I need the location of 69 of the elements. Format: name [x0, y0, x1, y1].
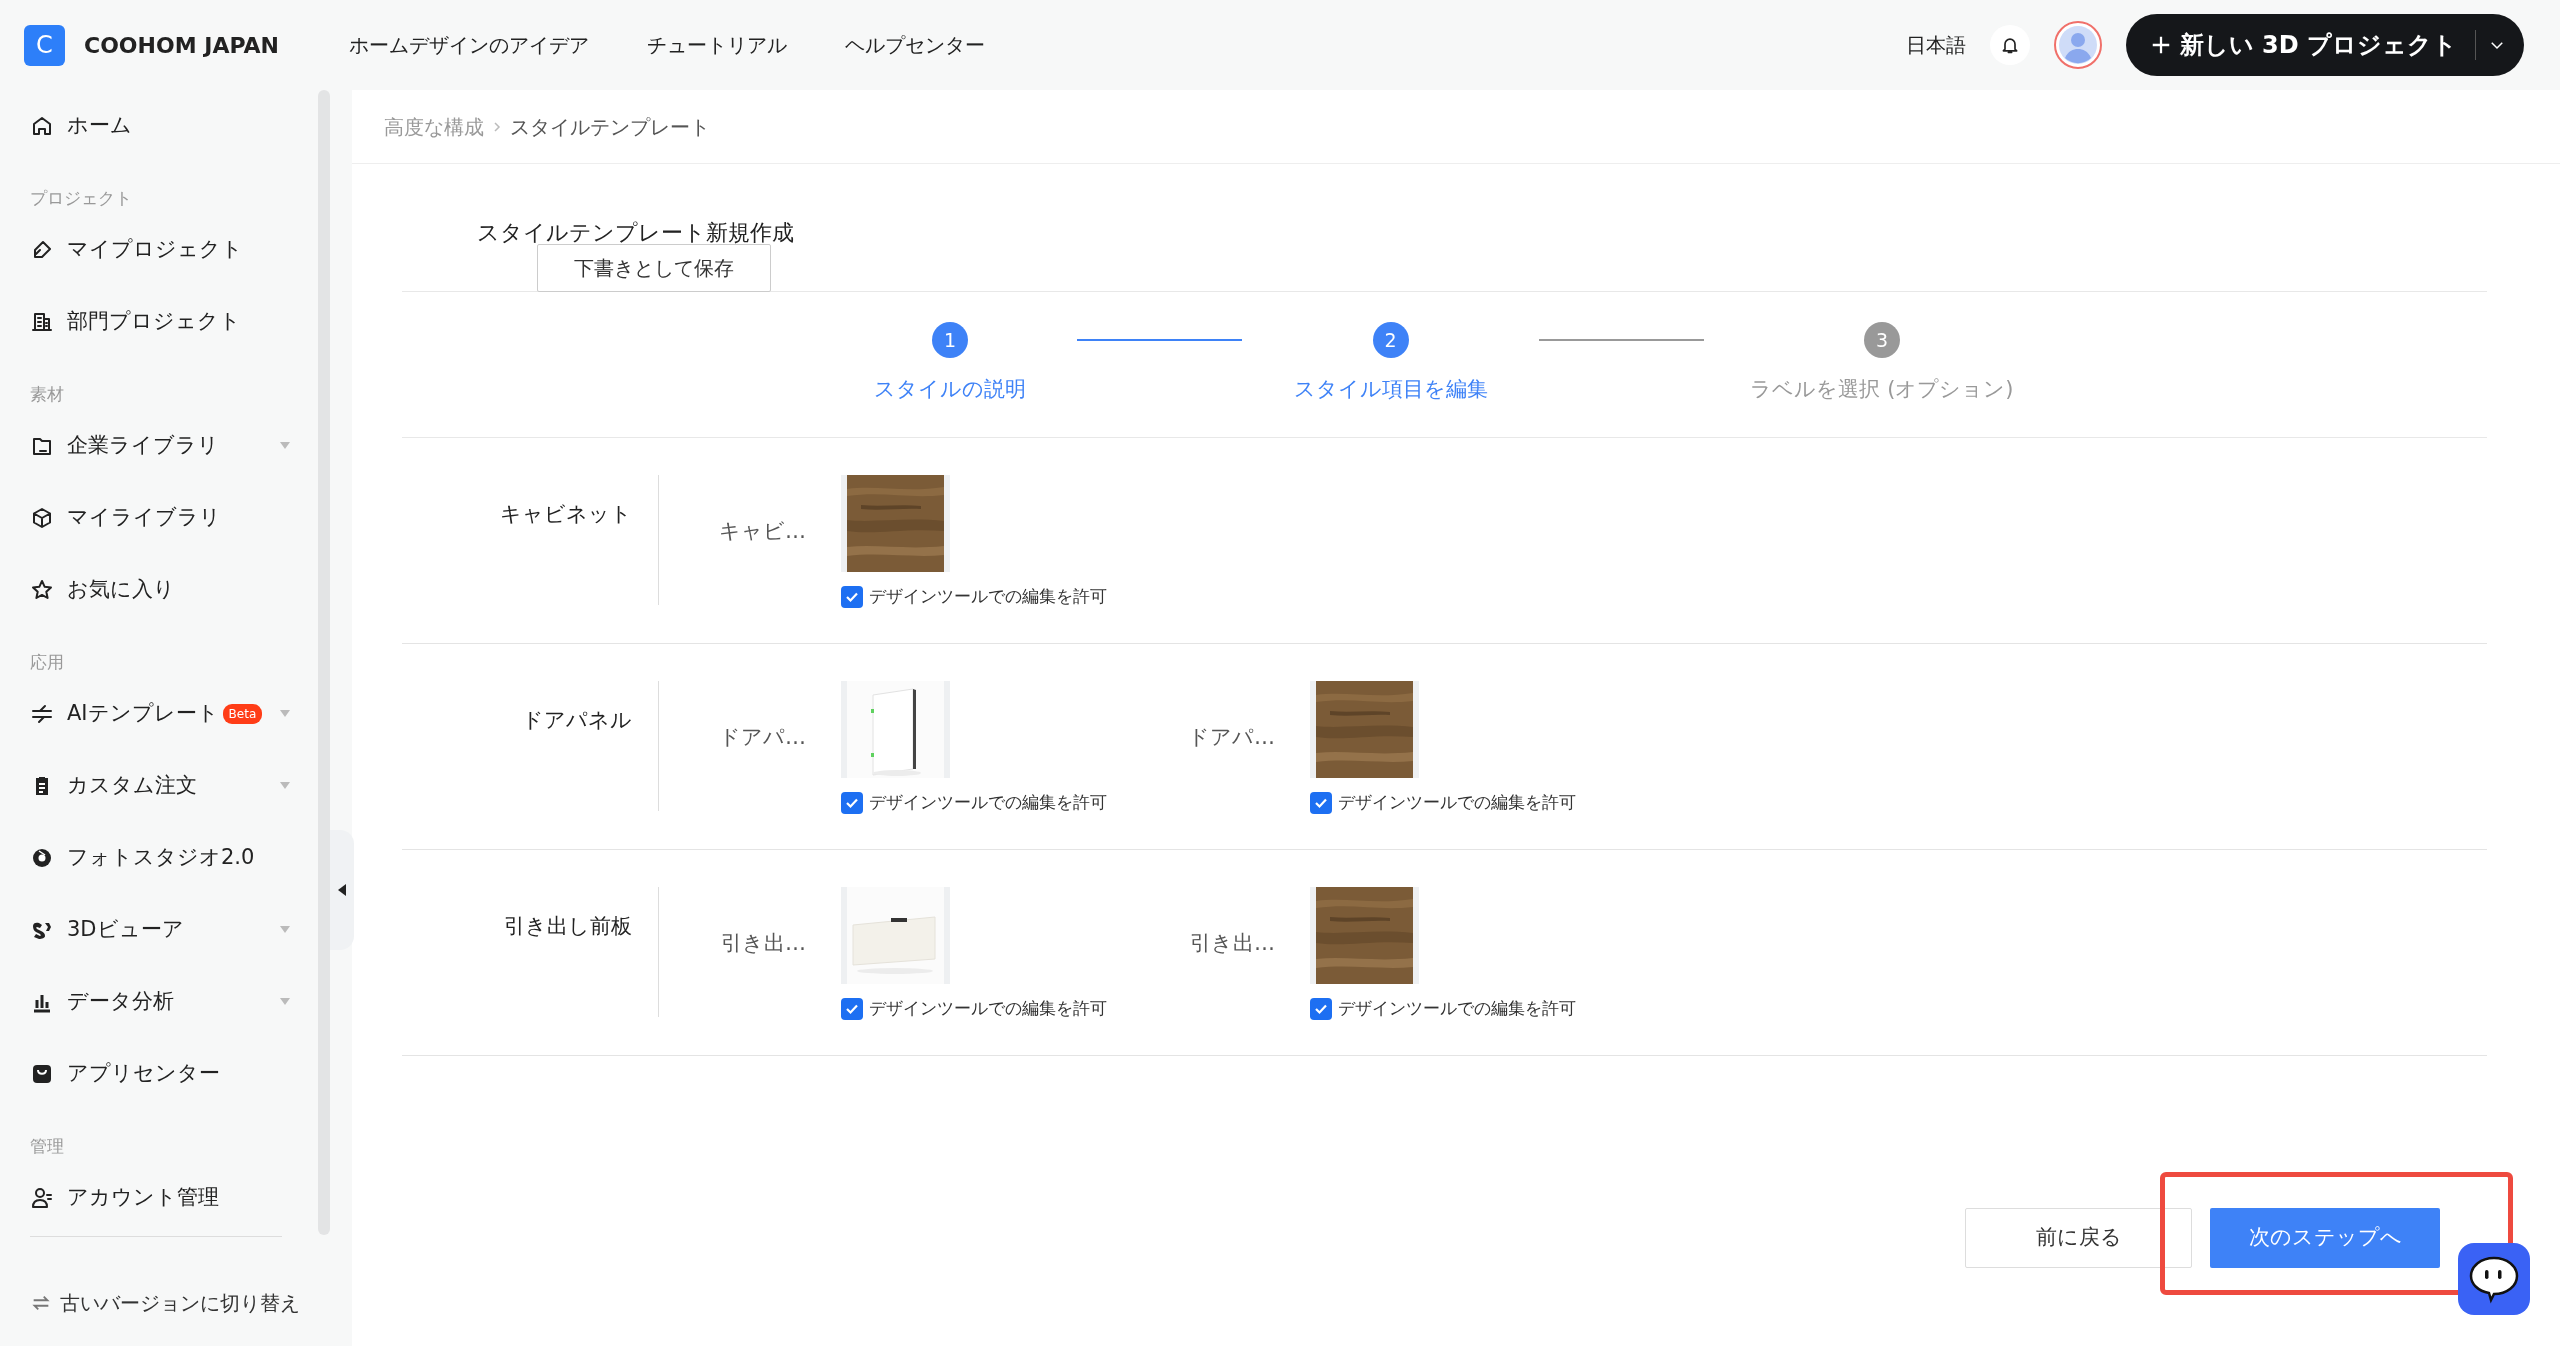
checkbox-box[interactable]	[841, 791, 863, 814]
star-icon	[30, 578, 54, 602]
group-label: ドアパネル	[521, 707, 632, 734]
sidebar-item[interactable]: 3Dビューア	[0, 894, 316, 966]
save-draft-button[interactable]: 下書きとして保存	[537, 244, 771, 292]
checkbox-box[interactable]	[841, 997, 863, 1020]
step-number: 2	[1372, 322, 1409, 358]
logo: C	[24, 24, 65, 66]
nav-link[interactable]: ヘルプセンター	[845, 30, 985, 60]
language-selector[interactable]: 日本語	[1905, 30, 1966, 60]
collapse-arrow-icon	[338, 884, 346, 896]
group-label: キャビネット	[499, 501, 632, 528]
checkbox[interactable]: デザインツールでの編集を許可	[1310, 790, 1576, 816]
switch-version-link[interactable]: 古いバージョンに切り替え	[30, 1288, 300, 1318]
chat-button[interactable]	[2458, 1243, 2530, 1315]
item-label: ドアパ…	[1187, 723, 1275, 751]
sidebar-item[interactable]: 部門プロジェクト	[0, 286, 316, 358]
back-button[interactable]: 前に戻る	[1965, 1208, 2192, 1268]
checkbox[interactable]: デザインツールでの編集を許可	[841, 996, 1107, 1022]
home-icon	[30, 114, 54, 138]
beta-badge: Beta	[222, 704, 263, 724]
sidebar-item[interactable]: アカウント管理	[0, 1162, 316, 1234]
user-silhouette-icon	[2057, 25, 2098, 65]
section-heading: プロジェクト	[29, 187, 133, 211]
section-heading: 素材	[29, 383, 65, 407]
user-icon	[30, 1186, 54, 1210]
section-heading: 管理	[29, 1135, 65, 1159]
checkbox-box[interactable]	[1310, 997, 1332, 1020]
sidebar-item[interactable]: データ分析	[0, 966, 316, 1038]
sidebar-item[interactable]: 企業ライブラリ	[0, 410, 316, 482]
chat-bubble-icon	[2467, 1254, 2521, 1304]
checkbox-box[interactable]	[1310, 791, 1332, 814]
section-heading: 応用	[29, 651, 65, 675]
item-label: 引き出…	[1189, 929, 1275, 957]
checkbox[interactable]: デザインツールでの編集を許可	[1310, 996, 1576, 1022]
item-label: 引き出…	[720, 929, 806, 957]
new-project-button[interactable]: 新しい 3D プロジェクト	[2125, 14, 2524, 76]
sidebar-item[interactable]: ホーム	[0, 90, 316, 162]
group-label: 引き出し前板	[503, 913, 632, 940]
sidebar-item[interactable]: マイプロジェクト	[0, 214, 316, 286]
checkbox-box[interactable]	[841, 585, 863, 608]
next-step-button[interactable]: 次のステップへ	[2210, 1208, 2440, 1268]
step-number: 1	[932, 322, 968, 358]
collapse-handle[interactable]	[330, 830, 354, 950]
building-icon	[30, 310, 54, 334]
nav-link[interactable]: チュートリアル	[647, 30, 787, 60]
step-number: 3	[1864, 322, 1900, 358]
breadcrumb-link[interactable]: スタイルテンプレート	[510, 111, 710, 142]
brand-name: COOHOM JAPAN	[84, 31, 279, 60]
bag-icon	[30, 1062, 54, 1086]
step-label[interactable]: スタイル項目を編集	[1242, 374, 1539, 406]
sidebar-item[interactable]: アプリセンター	[0, 1038, 316, 1110]
item-label: ドアパ…	[718, 723, 806, 751]
step-label[interactable]: スタイルの説明	[823, 374, 1077, 406]
avatar[interactable]	[2053, 21, 2102, 69]
sidebar-item[interactable]: マイライブラリ	[0, 482, 316, 554]
sidebar-item[interactable]: AIテンプレート Beta	[0, 678, 316, 750]
chevron-right-icon	[492, 120, 502, 133]
cube-icon	[30, 506, 54, 530]
sidebar-item[interactable]: カスタム注文	[0, 750, 316, 822]
page-title: スタイルテンプレート新規作成	[477, 219, 794, 247]
checkbox[interactable]: デザインツールでの編集を許可	[841, 790, 1107, 816]
checkbox[interactable]: デザインツールでの編集を許可	[841, 584, 1107, 610]
sidebar-item[interactable]: フォトスタジオ2.0	[0, 822, 316, 894]
notification-button[interactable]	[1989, 25, 2030, 65]
nav-link[interactable]: ホームデザインのアイデア	[349, 30, 589, 60]
lens-icon	[30, 846, 54, 870]
sidebar-item[interactable]: お気に入り	[0, 554, 316, 626]
item-label: キャビ…	[718, 517, 806, 545]
